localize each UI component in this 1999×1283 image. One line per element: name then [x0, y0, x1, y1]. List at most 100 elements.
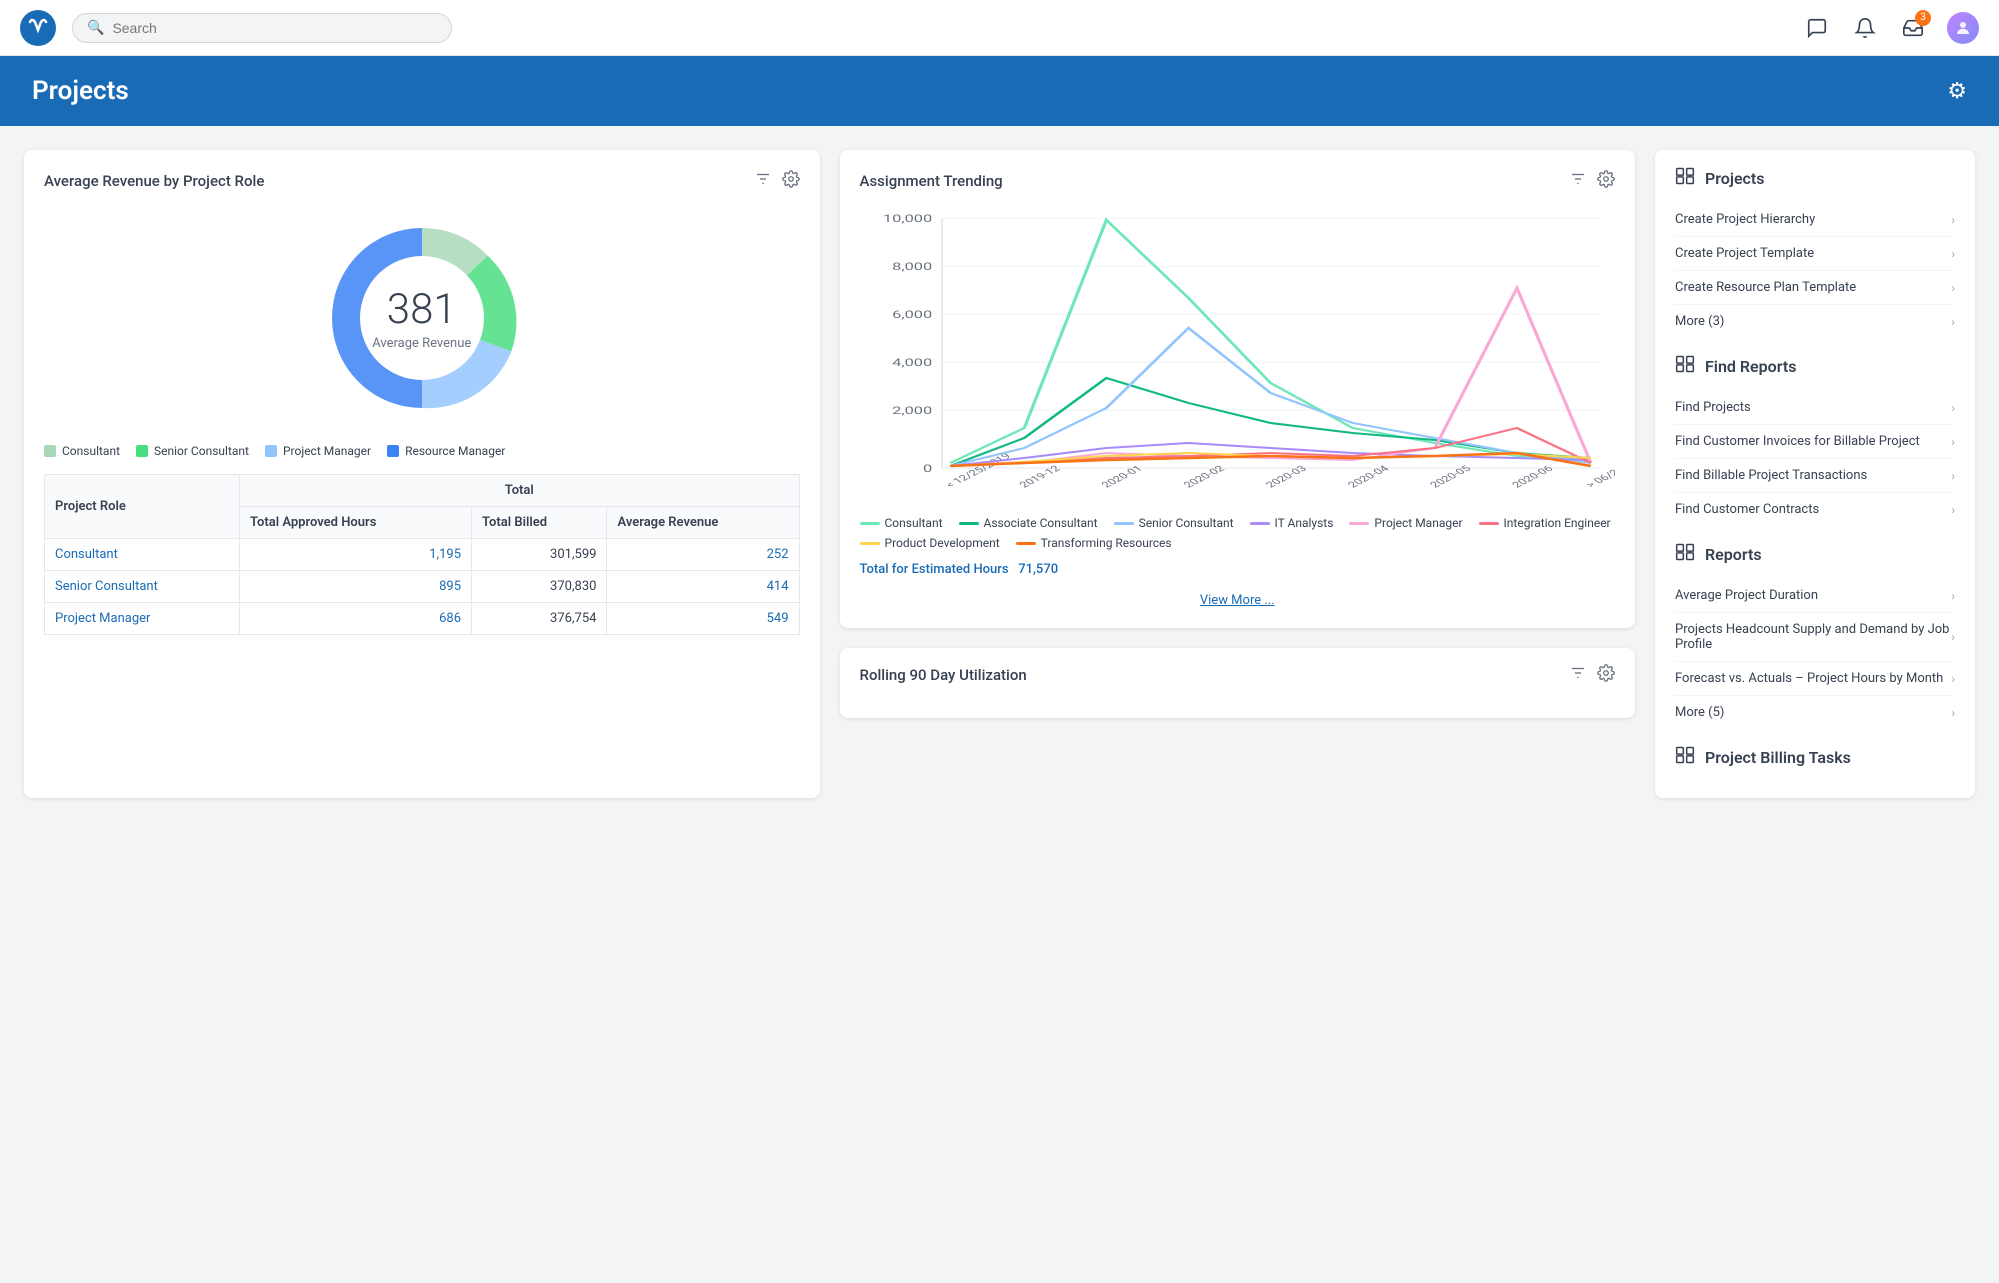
donut-card-header: Average Revenue by Project Role [44, 170, 800, 192]
line-card-header: Assignment Trending [860, 170, 1616, 192]
nav-item-create-project-template[interactable]: Create Project Template › [1675, 237, 1955, 271]
th-approved-hours: Total Approved Hours [240, 507, 472, 539]
hours-project-manager[interactable]: 686 [240, 603, 472, 635]
legend-line-it [1250, 522, 1270, 525]
search-input[interactable] [112, 20, 437, 36]
nav-label-headcount-supply-demand: Projects Headcount Supply and Demand by … [1675, 622, 1951, 652]
chevron-right-icon: › [1951, 401, 1955, 415]
legend-item-consultant: Consultant [44, 444, 120, 458]
search-bar[interactable]: 🔍 [72, 13, 452, 43]
hours-consultant[interactable]: 1,195 [240, 539, 472, 571]
filter-icon[interactable] [754, 170, 772, 192]
role-senior-consultant[interactable]: Senior Consultant [45, 571, 240, 603]
legend-line-consultant [860, 522, 880, 525]
search-icon: 🔍 [87, 20, 104, 36]
chevron-right-icon: › [1951, 315, 1955, 329]
filter-icon-rolling[interactable] [1569, 664, 1587, 686]
billing-tasks-section-icon [1675, 745, 1695, 770]
role-project-manager[interactable]: Project Manager [45, 603, 240, 635]
avg-project-manager[interactable]: 549 [607, 603, 799, 635]
nav-label-more-projects: More (3) [1675, 314, 1724, 329]
nav-item-find-projects[interactable]: Find Projects › [1675, 391, 1955, 425]
total-line: Total for Estimated Hours 71,570 [860, 562, 1616, 577]
avg-senior-consultant[interactable]: 414 [607, 571, 799, 603]
inbox-icon[interactable]: 3 [1899, 14, 1927, 42]
nav-item-more-reports[interactable]: More (5) › [1675, 696, 1955, 729]
chevron-right-icon: › [1951, 672, 1955, 686]
projects-section-icon [1675, 166, 1695, 191]
chat-icon[interactable] [1803, 14, 1831, 42]
rolling-card-actions [1569, 664, 1615, 686]
chevron-right-icon: › [1951, 630, 1955, 644]
legend-line-tr [1016, 542, 1036, 545]
avatar[interactable] [1947, 12, 1979, 44]
nav-item-headcount-supply-demand[interactable]: Projects Headcount Supply and Demand by … [1675, 613, 1955, 662]
svg-text:4,000: 4,000 [892, 357, 932, 369]
svg-text:8,000: 8,000 [892, 261, 932, 273]
gear-icon-line[interactable] [1597, 170, 1615, 192]
gear-icon[interactable] [782, 170, 800, 192]
gear-icon-rolling[interactable] [1597, 664, 1615, 686]
settings-icon[interactable]: ⚙ [1947, 79, 1967, 104]
nav-label-more-reports: More (5) [1675, 705, 1724, 720]
hours-senior-consultant[interactable]: 895 [240, 571, 472, 603]
legend-line-pd [860, 542, 880, 545]
legend-integration-engineer: Integration Engineer [1479, 516, 1611, 530]
projects-nav-list: Create Project Hierarchy › Create Projec… [1675, 203, 1955, 338]
top-nav: 🔍 3 [0, 0, 1999, 56]
line-chart-card: Assignment Trending [840, 150, 1636, 628]
billed-project-manager: 376,754 [472, 603, 607, 635]
view-more-button[interactable]: View More ... [860, 593, 1616, 608]
line-chart-svg: 10,000 8,000 6,000 4,000 2,000 0 < 12/25… [860, 208, 1616, 508]
legend-label-integration-engineer: Integration Engineer [1504, 516, 1611, 530]
nav-item-more-projects[interactable]: More (3) › [1675, 305, 1955, 338]
legend-label-project-manager-line: Project Manager [1374, 516, 1462, 530]
donut-center-label: Average Revenue [372, 336, 471, 351]
table-row: Project Manager 686 376,754 549 [45, 603, 800, 635]
legend-line-senior [1114, 522, 1134, 525]
legend-label-senior-consultant-line: Senior Consultant [1139, 516, 1234, 530]
nav-item-find-customer-invoices[interactable]: Find Customer Invoices for Billable Proj… [1675, 425, 1955, 459]
chevron-right-icon: › [1951, 435, 1955, 449]
nav-item-create-resource-plan-template[interactable]: Create Resource Plan Template › [1675, 271, 1955, 305]
nav-item-find-billable-transactions[interactable]: Find Billable Project Transactions › [1675, 459, 1955, 493]
legend-label-transforming-resources: Transforming Resources [1041, 536, 1172, 550]
find-reports-nav-list: Find Projects › Find Customer Invoices f… [1675, 391, 1955, 526]
divider-1 [1675, 338, 1955, 354]
legend-label-project-manager: Project Manager [283, 444, 371, 458]
total-label: Total for Estimated Hours [860, 562, 1009, 577]
reports-section-icon [1675, 542, 1695, 567]
chevron-right-icon: › [1951, 503, 1955, 517]
avg-consultant[interactable]: 252 [607, 539, 799, 571]
inbox-badge: 3 [1915, 10, 1931, 26]
role-consultant[interactable]: Consultant [45, 539, 240, 571]
section-header-projects: Projects [1675, 166, 1955, 191]
svg-text:0: 0 [923, 463, 932, 475]
divider-3 [1675, 729, 1955, 745]
legend-it-analysts: IT Analysts [1250, 516, 1334, 530]
th-total: Total [240, 475, 800, 507]
section-header-reports: Reports [1675, 542, 1955, 567]
legend-dot-consultant [44, 445, 56, 457]
donut-chart-title: Average Revenue by Project Role [44, 172, 264, 190]
billed-senior-consultant: 370,830 [472, 571, 607, 603]
nav-item-avg-project-duration[interactable]: Average Project Duration › [1675, 579, 1955, 613]
legend-line-associate [959, 522, 979, 525]
chevron-right-icon: › [1951, 213, 1955, 227]
nav-item-create-project-hierarchy[interactable]: Create Project Hierarchy › [1675, 203, 1955, 237]
bell-icon[interactable] [1851, 14, 1879, 42]
middle-column: Assignment Trending [840, 150, 1636, 798]
nav-label-find-customer-invoices: Find Customer Invoices for Billable Proj… [1675, 434, 1920, 449]
app-logo [20, 10, 56, 46]
legend-product-development: Product Development [860, 536, 1000, 550]
rolling-chart-title: Rolling 90 Day Utilization [860, 666, 1027, 684]
th-total-billed: Total Billed [472, 507, 607, 539]
line-chart-title: Assignment Trending [860, 172, 1003, 190]
section-header-billing-tasks: Project Billing Tasks [1675, 745, 1955, 770]
nav-item-find-customer-contracts[interactable]: Find Customer Contracts › [1675, 493, 1955, 526]
legend-line-pm [1349, 522, 1369, 525]
nav-item-forecast-actuals[interactable]: Forecast vs. Actuals – Project Hours by … [1675, 662, 1955, 696]
line-chart-area: 10,000 8,000 6,000 4,000 2,000 0 < 12/25… [860, 208, 1616, 508]
filter-icon-line[interactable] [1569, 170, 1587, 192]
legend-senior-consultant-line: Senior Consultant [1114, 516, 1234, 530]
